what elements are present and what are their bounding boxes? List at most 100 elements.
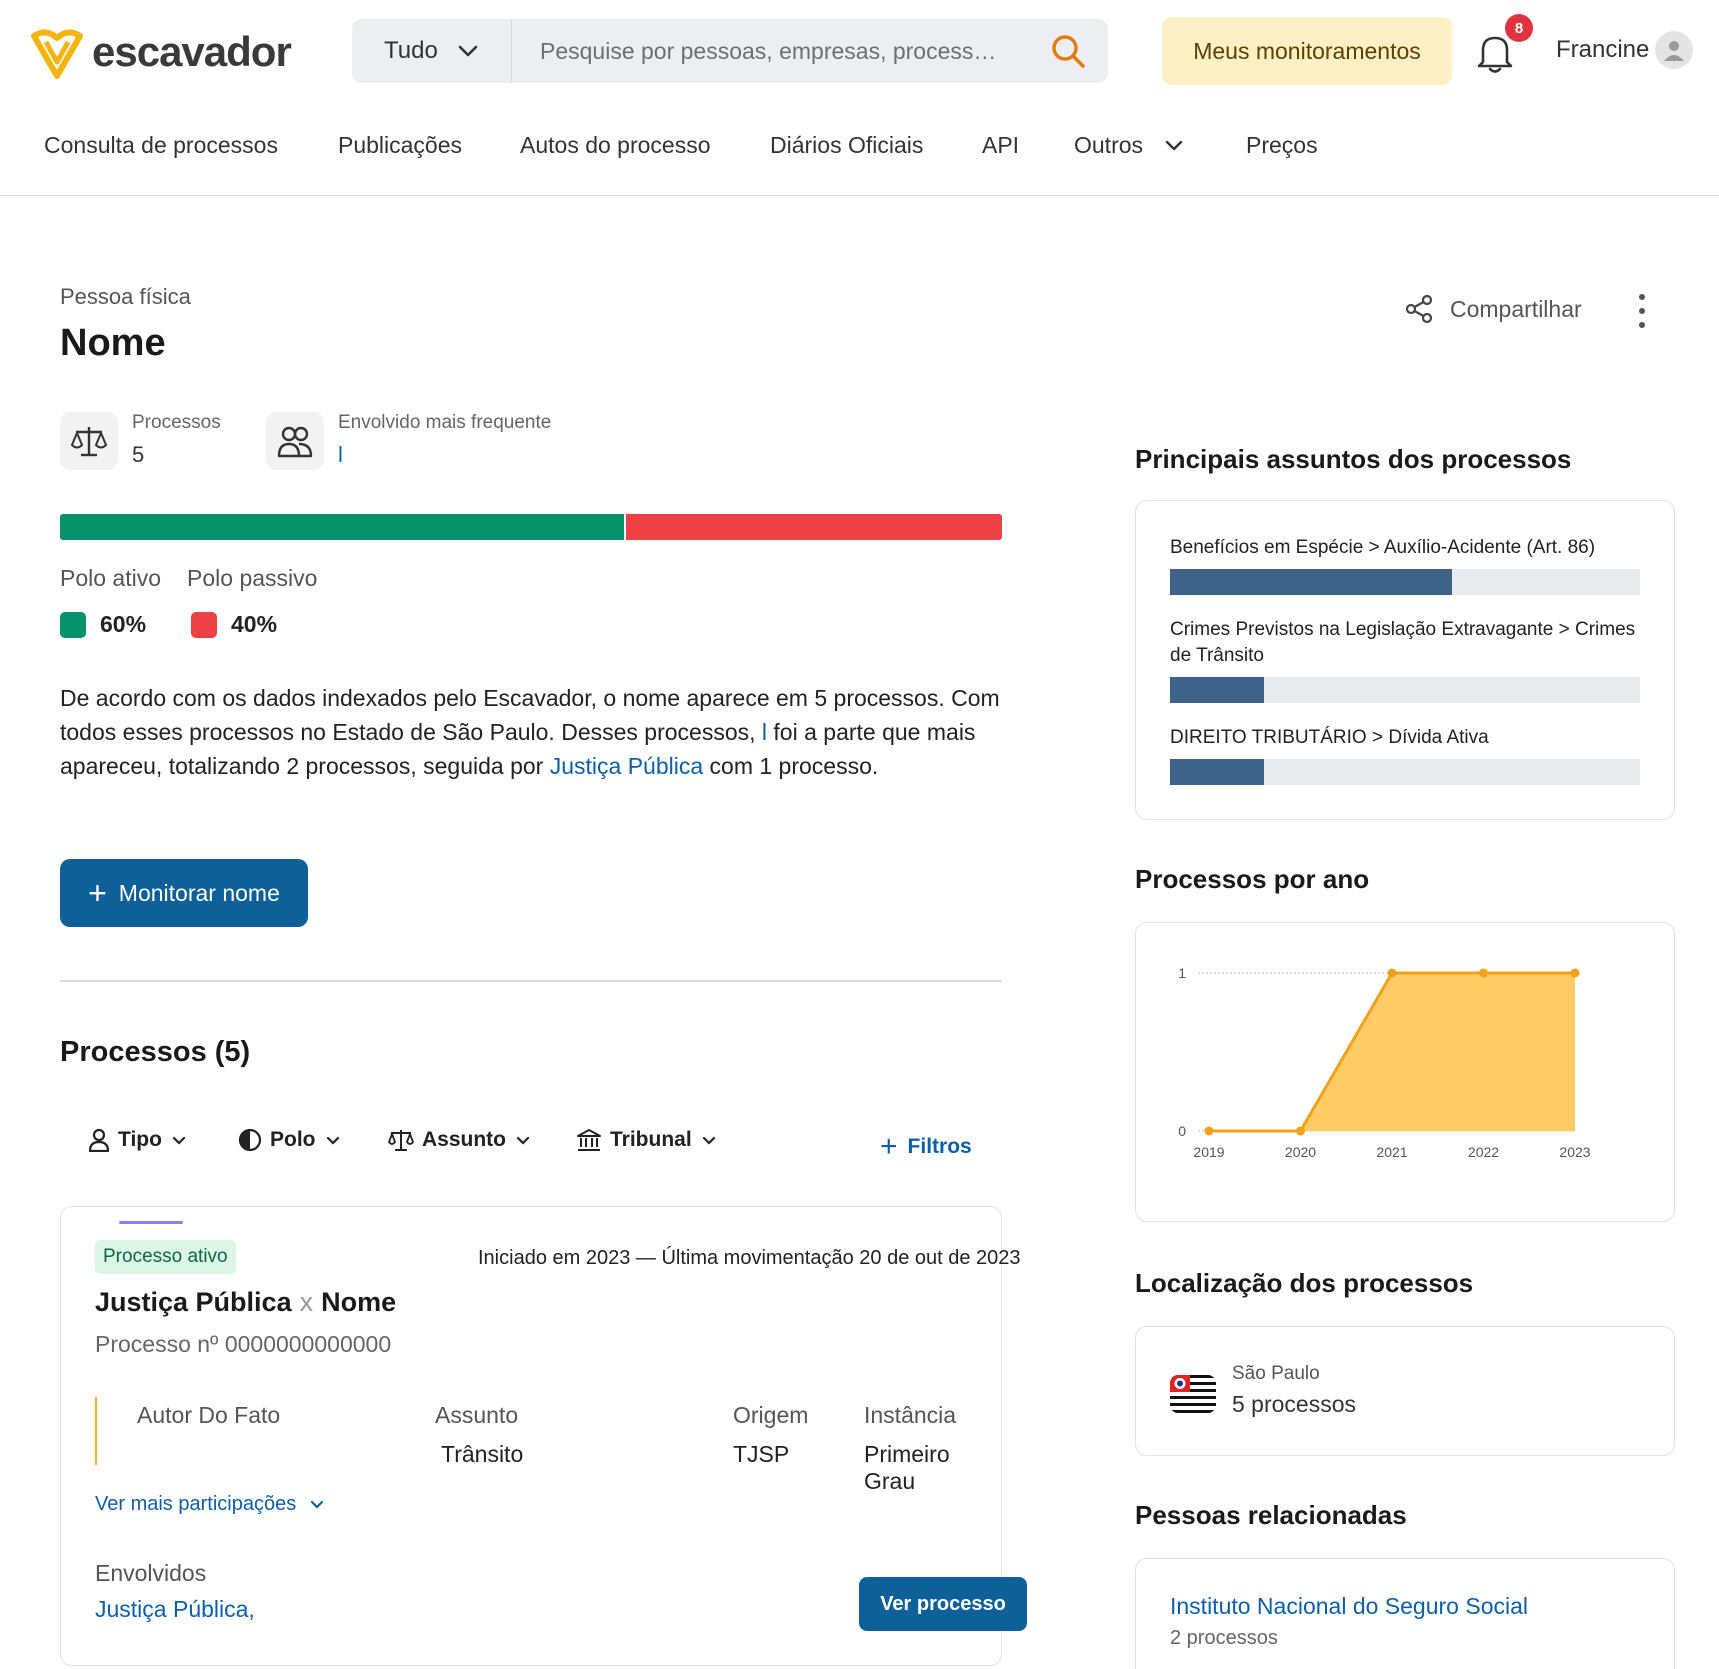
localizacao-title: Localização dos processos [1135,1268,1474,1298]
process-col-assunto: Assunto Trânsito [435,1402,523,1468]
nav-consulta-processos[interactable]: Consulta de processos [44,132,278,159]
chart-y-tick-label: 0 [1178,1123,1186,1139]
courthouse-icon [577,1129,601,1151]
process-col-instancia: Instância Primeiro Grau [864,1402,1001,1495]
stat-processos-value: 5 [132,442,145,467]
assunto-track [1170,759,1640,785]
filter-assunto[interactable]: Assunto [388,1128,538,1152]
filter-tribunal[interactable]: Tribunal [576,1128,724,1152]
search-input[interactable] [512,19,1028,83]
monitorar-nome-button[interactable]: + Monitorar nome [60,859,308,927]
polo-labels: Polo ativo Polo passivo [60,565,317,592]
localizacao-card[interactable]: São Paulo 5 processos [1135,1326,1675,1456]
pessoa-link[interactable]: Instituto Nacional do Seguro Social [1170,1593,1528,1620]
filter-tipo[interactable]: Tipo [88,1128,194,1152]
logo-mark-icon [31,29,83,79]
summary-part3: com 1 processo. [703,753,879,779]
user-icon [1664,41,1684,61]
search-button[interactable] [1028,19,1108,83]
polo-passivo-segment [626,514,1002,540]
escavador-logo[interactable]: escavador [28,24,292,80]
filter-polo[interactable]: Polo [238,1128,348,1152]
scale-icon [71,427,107,457]
search-type-label: Tudo [384,37,438,64]
nav-outros-label: Outros [1074,132,1144,158]
chart-data-point [1296,1126,1305,1136]
chart-x-tick-label: 2021 [1376,1144,1407,1160]
assunto-fill [1170,569,1452,595]
process-col-label: Assunto [435,1402,519,1428]
nav-publicacoes[interactable]: Publicações [338,132,462,159]
filter-polo-label: Polo [270,1128,316,1151]
nav-precos[interactable]: Preços [1246,132,1318,159]
process-party-b: Nome [321,1287,397,1317]
nav-api[interactable]: API [982,132,1019,159]
assunto-item: DIREITO TRIBUTÁRIO > Dívida Ativa [1170,725,1640,785]
assunto-item: Crimes Previstos na Legislação Extravaga… [1170,617,1640,703]
divider [60,980,1002,982]
process-col-origem: Origem TJSP [733,1402,808,1468]
share-icon [1405,294,1433,324]
processos-por-ano-chart: 0 1 2019 2020 2021 2022 2023 [1178,965,1591,1160]
assunto-track [1170,569,1640,595]
monitorar-nome-label: Monitorar nome [118,879,280,906]
assunto-label: Crimes Previstos na Legislação Extravaga… [1170,619,1636,666]
person-icon [88,1128,110,1152]
user-name[interactable]: Francine [1556,36,1649,64]
filter-tribunal-label: Tribunal [610,1128,692,1151]
polo-ativo-swatch [60,611,86,638]
filter-assunto-label: Assunto [422,1128,506,1151]
ver-processo-button[interactable]: Ver processo [859,1577,1027,1631]
logo-text: escavador [92,28,292,75]
nav-autos-processo[interactable]: Autos do processo [520,132,711,159]
accent-line [95,1397,97,1465]
polo-passivo-legend: 40% [191,611,277,638]
site-header: escavador Tudo Meus monitoramentos 8 Fra… [0,0,1719,196]
chevron-down-icon [172,1136,186,1145]
plus-icon: + [880,1130,898,1163]
chevron-down-icon [516,1136,530,1145]
assunto-fill [1170,677,1264,703]
stat-envolvido-link[interactable]: l [338,442,551,468]
ver-mais-participacoes-link[interactable]: Ver mais participações [95,1493,324,1516]
search-icon [1052,35,1085,68]
process-number: Processo nº 0000000000000 [95,1331,392,1357]
avatar[interactable] [1655,31,1693,69]
nav-diarios-oficiais[interactable]: Diários Oficiais [770,132,923,159]
summary-justica-publica-link[interactable]: Justiça Pública [550,753,703,779]
chevron-down-icon [458,45,478,57]
assunto-track [1170,677,1640,703]
filtros-button[interactable]: + Filtros [880,1132,972,1162]
processos-title: Processos (5) [60,1036,251,1068]
ver-mais-label: Ver mais participações [95,1493,297,1515]
person-type: Pessoa física [60,284,191,309]
assunto-item: Benefícios em Espécie > Auxílio-Acidente… [1170,535,1640,595]
chart-y-tick-label: 1 [1178,965,1186,981]
polo-passivo-pct: 40% [231,611,278,637]
polo-ativo-legend: 60% [60,611,146,638]
location-count: 5 processos [1232,1391,1357,1417]
stat-envolvido-icon-box [266,412,324,470]
nav-outros[interactable]: Outros [1074,132,1183,159]
share-button[interactable]: Compartilhar [1404,294,1582,324]
process-versus: x [299,1287,314,1317]
my-monitorings-button[interactable]: Meus monitoramentos [1162,17,1452,85]
chart-card: 0 1 2019 2020 2021 2022 2023 [1135,922,1675,1222]
more-options-icon[interactable] [1636,294,1648,328]
envolvidos-link[interactable]: Justiça Pública, [95,1596,255,1623]
search-bar: Tudo [352,19,1108,83]
chart-x-tick-label: 2020 [1285,1144,1316,1160]
chart-area-fill [1209,973,1575,1131]
plus-icon: + [88,875,107,911]
envolvidos-label: Envolvidos [95,1560,207,1586]
stat-envolvido-label: Envolvido mais frequente [338,412,552,433]
chart-x-tick-label: 2023 [1559,1144,1590,1160]
search-type-dropdown[interactable]: Tudo [352,19,512,83]
chevron-down-icon [702,1136,715,1145]
polo-passivo-label: Polo passivo [187,565,318,591]
status-badge: Processo ativo [95,1240,236,1274]
process-title[interactable]: Justiça Pública x Nome [95,1287,396,1318]
polo-ativo-segment [60,514,624,540]
summary-text: De acordo com os dados indexados pelo Es… [60,681,1000,783]
polo-bar [60,514,1002,540]
